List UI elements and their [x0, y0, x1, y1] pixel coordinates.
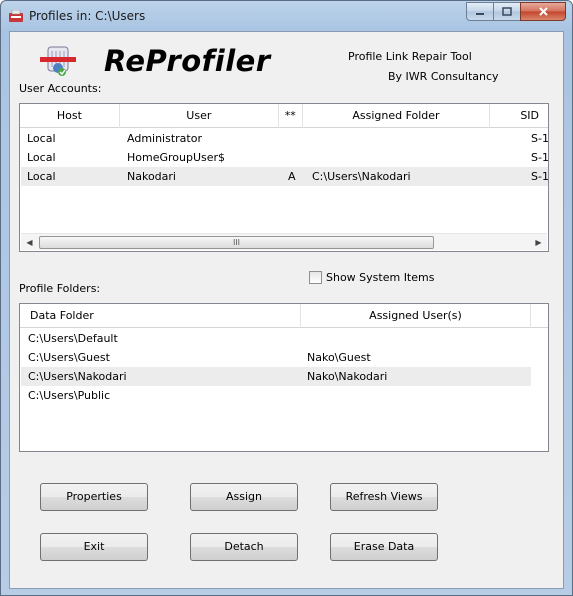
close-icon	[538, 7, 548, 16]
cell-assigned-folder: C:\Users\Nakodari	[312, 170, 411, 183]
detach-button[interactable]: Detach	[190, 533, 298, 561]
user-accounts-label: User Accounts:	[19, 82, 102, 95]
title-bar[interactable]: Profiles in: C:\Users	[1, 1, 572, 31]
close-button[interactable]	[520, 2, 566, 21]
cell-flag	[282, 129, 306, 148]
user-accounts-list[interactable]: Host User ** Assigned Folder SID Local A…	[19, 103, 549, 252]
profile-folders-list[interactable]: Data Folder Assigned User(s) C:\Users\De…	[19, 303, 549, 452]
exit-button[interactable]: Exit	[40, 533, 148, 561]
scroll-right-icon[interactable]: ▶	[530, 234, 547, 251]
cell-sid: S-1	[531, 170, 549, 183]
app-brand-title: ReProfiler	[104, 44, 271, 78]
assign-button[interactable]: Assign	[190, 483, 298, 511]
cell-assigned-user: Nako\Nakodari	[307, 370, 388, 383]
window-controls	[466, 2, 566, 21]
cell-assigned-user: Nako\Guest	[307, 351, 371, 364]
table-row[interactable]: Local Nakodari A C:\Users\Nakodari S-1	[21, 167, 549, 186]
app-byline: By IWR Consultancy	[388, 70, 499, 83]
scroll-left-icon[interactable]: ◀	[21, 234, 38, 251]
table-row[interactable]: Local HomeGroupUser$ S-1	[21, 148, 549, 167]
refresh-views-button[interactable]: Refresh Views	[330, 483, 438, 511]
column-header-host[interactable]: Host	[20, 104, 120, 128]
cell-host: Local	[27, 151, 56, 164]
column-header-flag[interactable]: **	[279, 104, 303, 128]
profile-folders-label: Profile Folders:	[19, 282, 101, 295]
app-icon	[9, 10, 23, 22]
cell-assigned-user	[301, 329, 531, 348]
user-accounts-header: Host User ** Assigned Folder SID	[20, 104, 548, 128]
properties-button[interactable]: Properties	[40, 483, 148, 511]
minimize-button[interactable]	[466, 2, 493, 21]
column-header-data-folder[interactable]: Data Folder	[20, 304, 301, 328]
column-header-user[interactable]: User	[120, 104, 279, 128]
app-tagline: Profile Link Repair Tool	[348, 50, 472, 63]
cell-data-folder: C:\Users\Default	[28, 332, 118, 345]
cell-host: Local	[27, 170, 56, 183]
maximize-icon	[502, 6, 512, 16]
cell-user: HomeGroupUser$	[127, 151, 226, 164]
profile-folders-header: Data Folder Assigned User(s)	[20, 304, 548, 328]
reprofiler-logo-icon	[40, 46, 76, 76]
cell-data-folder: C:\Users\Guest	[28, 351, 110, 364]
cell-assigned-folder	[306, 129, 526, 148]
maximize-button[interactable]	[493, 2, 520, 21]
cell-assigned-folder	[306, 148, 526, 167]
cell-user: Administrator	[127, 132, 202, 145]
scroll-grip: III	[232, 238, 241, 247]
cell-flag: A	[288, 170, 296, 183]
checkbox-box[interactable]	[309, 271, 322, 284]
column-header-filler	[531, 304, 548, 328]
minimize-icon	[476, 12, 484, 15]
horizontal-scrollbar[interactable]: ◀ III ▶	[21, 233, 547, 250]
scrollbar-thumb[interactable]: III	[39, 236, 434, 249]
column-header-assigned-users[interactable]: Assigned User(s)	[301, 304, 531, 328]
cell-assigned-user	[301, 386, 531, 405]
cell-flag	[282, 148, 306, 167]
table-row[interactable]: Local Administrator S-1	[21, 129, 549, 148]
column-header-assigned-folder[interactable]: Assigned Folder	[303, 104, 491, 128]
cell-host: Local	[27, 132, 56, 145]
cell-sid: S-1	[531, 132, 549, 145]
cell-data-folder: C:\Users\Nakodari	[28, 370, 127, 383]
window-title: Profiles in: C:\Users	[29, 9, 146, 23]
show-system-items-label: Show System Items	[326, 271, 435, 284]
erase-data-button[interactable]: Erase Data	[330, 533, 438, 561]
list-item[interactable]: C:\Users\Default	[21, 329, 531, 348]
list-item[interactable]: C:\Users\Nakodari Nako\Nakodari	[21, 367, 531, 386]
list-item[interactable]: C:\Users\Guest Nako\Guest	[21, 348, 531, 367]
cell-sid: S-1	[531, 151, 549, 164]
list-item[interactable]: C:\Users\Public	[21, 386, 531, 405]
column-header-sid[interactable]: SID	[490, 104, 548, 128]
cell-user: Nakodari	[127, 170, 176, 183]
show-system-items-checkbox[interactable]: Show System Items	[309, 271, 434, 284]
cell-data-folder: C:\Users\Public	[28, 389, 111, 402]
